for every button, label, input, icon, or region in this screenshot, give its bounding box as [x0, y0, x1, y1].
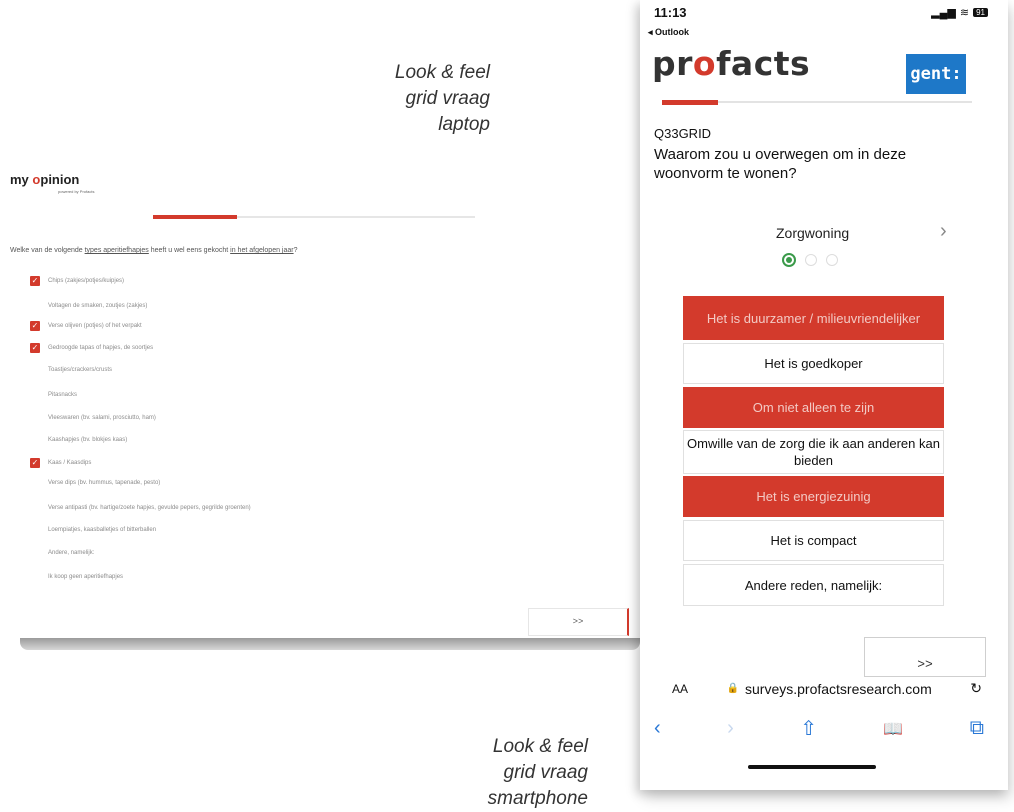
status-time: 11:13 [654, 5, 687, 20]
answer-button[interactable]: Het is compact [683, 520, 944, 561]
option-row[interactable]: ✓ Kaas / Kaasdips [30, 457, 91, 469]
bookmarks-icon[interactable]: 📖 [883, 719, 903, 739]
logo-part: o [692, 44, 717, 83]
answer-button[interactable]: Omwille van de zorg die ik aan anderen k… [683, 430, 944, 474]
option-row[interactable]: ✓ Chips (zakjes/potjes/kuipjes) [30, 275, 124, 287]
checkbox-checked-icon[interactable]: ✓ [30, 343, 40, 353]
answer-button[interactable]: Het is energiezuinig [683, 476, 944, 517]
question-part: ? [293, 247, 298, 254]
battery-icon: 91 [973, 8, 988, 17]
answer-button[interactable]: Andere reden, namelijk: [683, 564, 944, 606]
grid-item-name: Zorgwoning [776, 225, 850, 241]
pager-dot[interactable] [805, 254, 817, 266]
question-link[interactable]: in het afgelopen jaar [230, 247, 293, 254]
question-part: heeft u wel eens gekocht [148, 247, 231, 254]
text-size-button[interactable]: AA [672, 682, 688, 696]
url-text: surveys.profactsresearch.com [745, 680, 932, 697]
question-text: Waarom zou u overwegen om in deze woonvo… [654, 146, 907, 182]
logo-subtitle: powered by Profacts [58, 189, 95, 194]
option-row[interactable]: Voltagen de smaken, zoutjes (zakjes) [48, 300, 147, 312]
wifi-icon: ≋ [959, 7, 970, 19]
caption-line: grid vraag [503, 762, 589, 783]
option-label: Voltagen de smaken, zoutjes (zakjes) [48, 303, 148, 309]
logo-part: pr [652, 44, 693, 83]
address-bar[interactable]: AA 🔒 surveys.profactsresearch.com ↻ [672, 680, 982, 697]
option-label: Toastjes/crackers/crusts [48, 367, 113, 373]
option-row[interactable]: Ik koop geen aperitiefhapjes [48, 571, 123, 583]
caption-laptop: Look & feel grid vraag laptop [395, 60, 490, 138]
option-label: Chips (zakjes/potjes/kuipjes) [48, 278, 125, 284]
option-row[interactable]: ✓ Verse olijven (potjes) of het verpakt [30, 320, 142, 332]
option-row[interactable]: Verse dips (bv. hummus, tapenade, pesto) [48, 477, 160, 489]
caption-smartphone: Look & feel grid vraag smartphone [488, 734, 588, 812]
option-label: Kaashapjes (bv. blokjes kaas) [48, 437, 128, 443]
option-label: Vleeswaren (bv. salami, prosciutto, ham) [48, 415, 156, 421]
checkbox-checked-icon[interactable]: ✓ [30, 458, 40, 468]
question-part: Welke van de volgende [10, 247, 85, 254]
option-label: Verse olijven (potjes) of het verpakt [48, 323, 142, 329]
url-field[interactable]: 🔒 surveys.profactsresearch.com [727, 681, 932, 697]
logo-part: pinion [40, 172, 80, 187]
back-to-app-link[interactable]: ◂ Outlook [648, 27, 689, 38]
pager-dots [782, 253, 838, 267]
caption-line: Look & feel [492, 736, 588, 757]
logo-part: facts [716, 44, 811, 83]
caption-line: laptop [438, 114, 490, 135]
browser-toolbar: ‹ › ⇧ 📖 ⧉ [654, 716, 984, 741]
share-icon[interactable]: ⇧ [800, 716, 817, 741]
progress-fill [662, 100, 718, 105]
back-arrow-icon[interactable]: ‹ [654, 717, 661, 740]
option-label: Kaas / Kaasdips [48, 460, 92, 466]
option-row[interactable]: ✓ Gedroogde tapas of hapjes, de soortjes [30, 342, 153, 354]
checkbox-checked-icon[interactable]: ✓ [30, 321, 40, 331]
caption-line: Look & feel [394, 62, 490, 83]
phone-mockup: 11:13 ◂ Outlook ▂▄▆ ≋ 91 profacts gent: … [640, 0, 1008, 790]
answer-button[interactable]: Het is duurzamer / milieuvriendelijker [683, 296, 944, 340]
checkbox-checked-icon[interactable]: ✓ [30, 276, 40, 286]
status-icons: ▂▄▆ ≋ 91 [931, 6, 988, 19]
option-row[interactable]: Loempiatjes, kaasballetjes of bitterball… [48, 524, 156, 536]
forward-arrow-icon[interactable]: › [727, 717, 734, 740]
myopinion-logo: my opinion [10, 172, 79, 187]
laptop-screen: my opinion powered by Profacts Welke van… [0, 150, 632, 638]
caption-line: grid vraag [405, 88, 491, 109]
option-label: Pitasnacks [48, 392, 78, 398]
chevron-right-icon[interactable]: › [940, 220, 947, 243]
profacts-logo: profacts [652, 44, 810, 83]
pager-dot[interactable] [782, 253, 796, 267]
laptop-base [20, 638, 640, 650]
reload-icon[interactable]: ↻ [970, 680, 982, 697]
option-row[interactable]: Kaashapjes (bv. blokjes kaas) [48, 434, 127, 446]
signal-icon: ▂▄▆ [931, 7, 956, 19]
option-row[interactable]: Toastjes/crackers/crusts [48, 364, 112, 376]
tabs-icon[interactable]: ⧉ [970, 717, 984, 740]
option-row[interactable]: Andere, namelijk: [48, 547, 94, 559]
logo-part: my [10, 172, 29, 187]
option-label: Gedroogde tapas of hapjes, de soortjes [48, 345, 154, 351]
gent-logo: gent: [906, 54, 966, 94]
question-link[interactable]: types aperitiefhapjes [85, 247, 149, 254]
option-label: Verse dips (bv. hummus, tapenade, pesto) [48, 480, 161, 486]
progress-fill [153, 215, 237, 219]
option-row[interactable]: Pitasnacks [48, 389, 77, 401]
laptop-mockup: my opinion powered by Profacts Welke van… [0, 150, 640, 655]
answer-button[interactable]: Het is goedkoper [683, 343, 944, 384]
question-id: Q33GRID [654, 126, 712, 141]
option-label: Ik koop geen aperitiefhapjes [48, 574, 124, 580]
option-row[interactable]: Verse antipasti (bv. hartige/zoete hapje… [48, 502, 251, 514]
option-label: Verse antipasti (bv. hartige/zoete hapje… [48, 505, 251, 511]
caption-line: smartphone [487, 788, 588, 809]
home-indicator [748, 765, 876, 769]
option-label: Loempiatjes, kaasballetjes of bitterball… [48, 527, 157, 533]
pager-dot[interactable] [826, 254, 838, 266]
option-row[interactable]: Vleeswaren (bv. salami, prosciutto, ham) [48, 412, 156, 424]
question-text: Welke van de volgende types aperitiefhap… [10, 247, 298, 254]
lock-icon: 🔒 [726, 683, 739, 694]
next-button[interactable]: >> [864, 637, 986, 677]
next-button[interactable]: >> [528, 608, 629, 636]
answer-button[interactable]: Om niet alleen te zijn [683, 387, 944, 428]
option-label: Andere, namelijk: [48, 550, 95, 556]
